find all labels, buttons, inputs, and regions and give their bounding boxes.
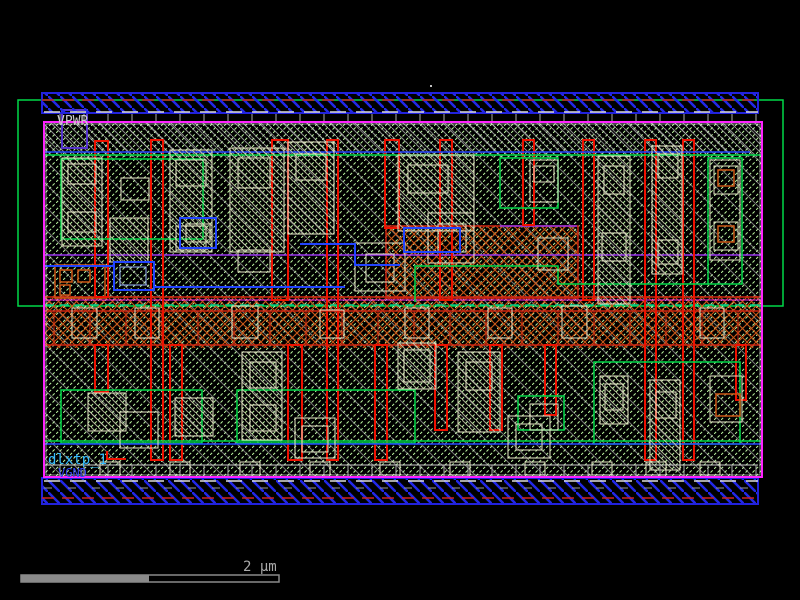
vgnd-label: VGND [58, 466, 87, 480]
scale-label: 2 µm [243, 559, 277, 575]
origin-marker [430, 85, 432, 87]
scale-bar-filled [21, 575, 149, 582]
vpwr-rail [42, 93, 758, 122]
vgnd-rail [42, 462, 758, 504]
vpwr-label: VPWR [57, 114, 88, 129]
layout-canvas[interactable]: VPWR dlxtp_1 VGND 2 µm [0, 0, 800, 600]
